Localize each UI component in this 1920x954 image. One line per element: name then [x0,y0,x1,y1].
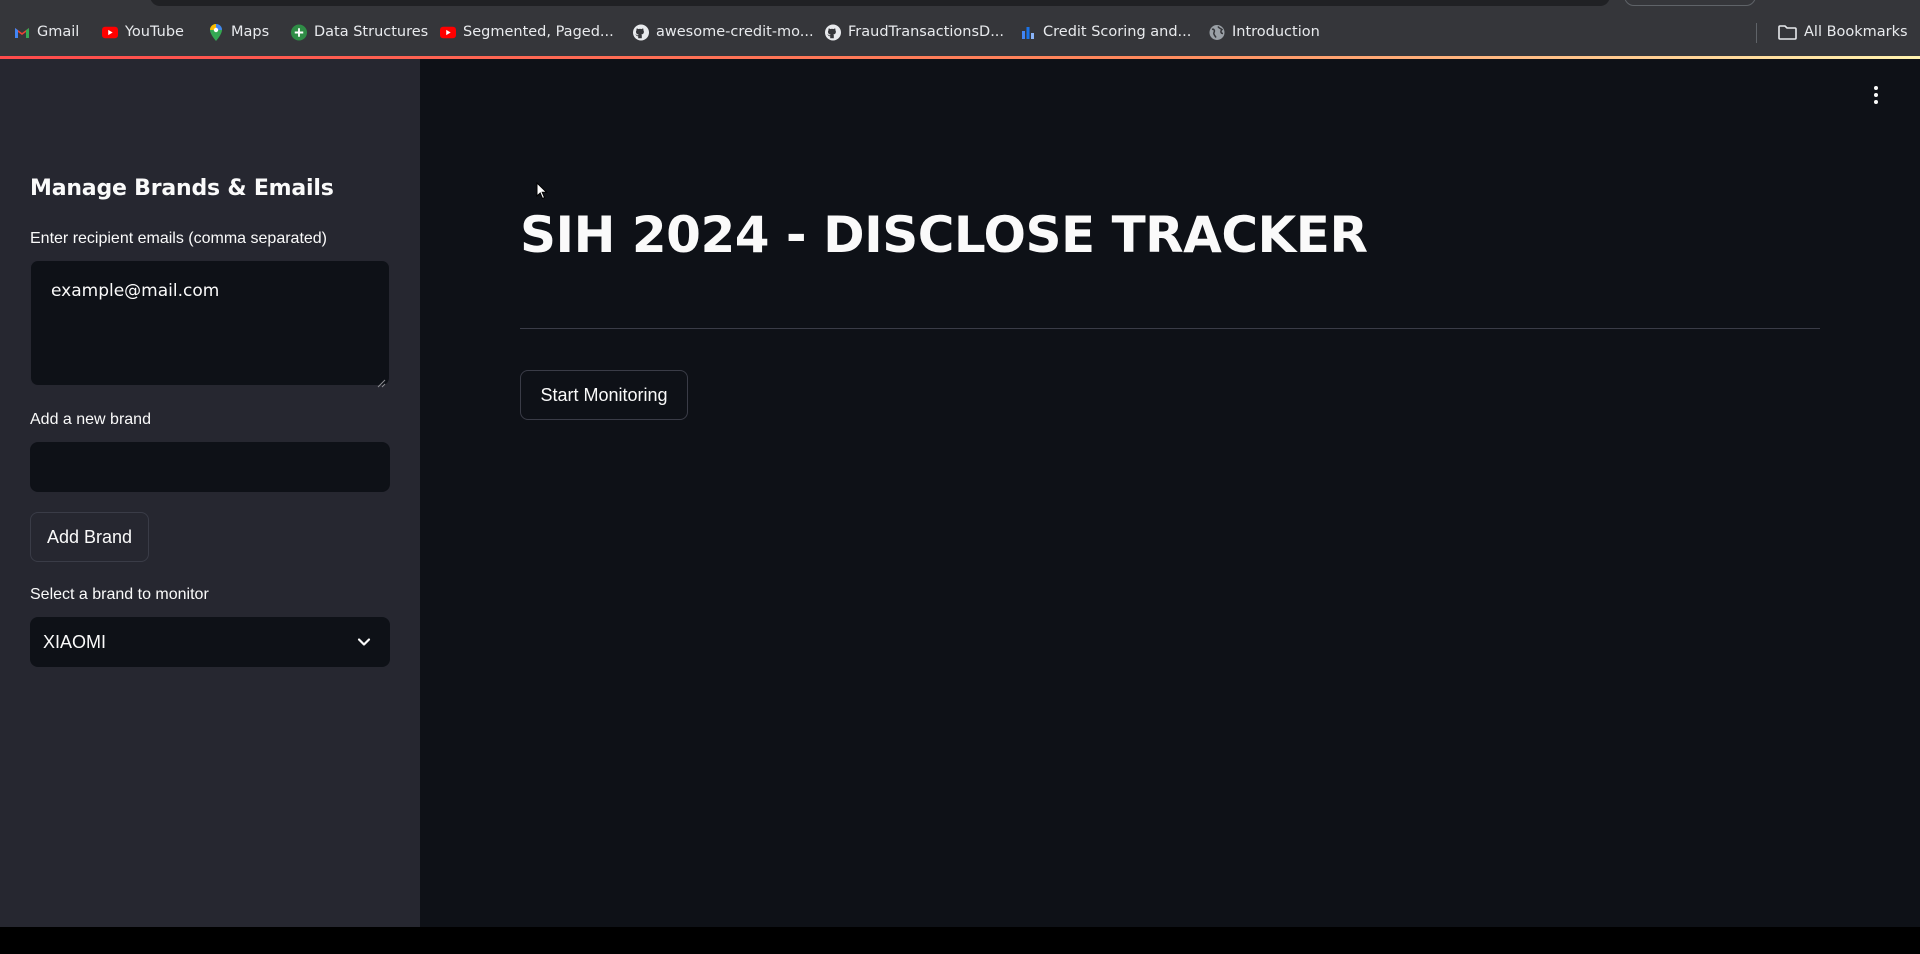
bookmark-label: YouTube [125,24,184,40]
youtube-icon [440,24,456,40]
maps-icon [208,23,224,41]
bookmark-label: Segmented, Paged... [463,24,614,40]
bookmark-label: awesome-credit-mo... [656,24,814,40]
github-icon [825,24,841,40]
github-icon [633,24,649,40]
add-brand-button[interactable]: Add Brand [30,512,149,562]
chevron-down-icon [356,634,372,650]
sidebar: Manage Brands & Emails Enter recipient e… [0,59,420,927]
emails-label: Enter recipient emails (comma separated) [30,230,328,247]
all-bookmarks-button[interactable]: All Bookmarks [1777,21,1908,43]
address-bar[interactable] [150,0,1610,6]
bookmark-youtube[interactable]: YouTube [102,21,184,43]
bookmark-credit-scoring[interactable]: Credit Scoring and... [1020,21,1191,43]
brand-input-label: Add a new brand [30,411,151,428]
youtube-icon [102,24,118,40]
divider [520,328,1820,329]
select-brand-label: Select a brand to monitor [30,586,209,603]
resize-grip-icon[interactable] [377,373,386,388]
bookmark-label: Data Structures [314,24,429,40]
bookmarks-divider [1756,23,1757,43]
bookmark-segmented-paged[interactable]: Segmented, Paged... [440,21,614,43]
bookmark-label: Credit Scoring and... [1043,24,1192,40]
bookmark-awesome-credit[interactable]: awesome-credit-mo... [633,21,814,43]
bookmark-gmail[interactable]: Gmail [14,21,79,43]
bar-chart-icon [1020,24,1036,40]
toolbar-button[interactable] [1624,0,1756,6]
bookmark-maps[interactable]: Maps [208,21,269,43]
emails-textarea[interactable]: example@mail.com [30,260,390,388]
main-content: SIH 2024 - DISCLOSE TRACKER Start Monito… [420,59,1920,927]
bookmark-list: Gmail YouTube Maps Data Structures Segme… [0,21,1920,43]
main-menu-icon[interactable] [1868,85,1884,105]
globe-icon [1209,24,1225,40]
gmail-icon [14,24,30,40]
start-monitoring-button[interactable]: Start Monitoring [520,370,688,420]
all-bookmarks-label: All Bookmarks [1804,24,1908,40]
brand-select[interactable]: XIAOMI [30,617,390,667]
bookmark-label: Maps [231,24,270,40]
sidebar-title: Manage Brands & Emails [30,176,334,201]
bookmark-label: FraudTransactionsD... [848,24,1005,40]
bottom-strip [0,927,1920,954]
folder-icon [1777,24,1797,40]
bookmark-label: Gmail [37,24,80,40]
bookmark-label: Introduction [1232,24,1320,40]
brand-input[interactable] [30,442,390,492]
page-title: SIH 2024 - DISCLOSE TRACKER [520,206,1368,264]
bookmarks-bar: Gmail YouTube Maps Data Structures Segme… [0,0,1920,59]
green-logo-icon [291,24,307,40]
app-viewport: Manage Brands & Emails Enter recipient e… [0,59,1920,927]
mouse-cursor-icon [536,181,548,200]
bookmark-fraud-transactions[interactable]: FraudTransactionsD... [825,21,1004,43]
bookmark-data-structures[interactable]: Data Structures [291,21,428,43]
bookmark-introduction[interactable]: Introduction [1209,21,1320,43]
brand-select-value: XIAOMI [43,631,107,652]
emails-textarea-value: example@mail.com [51,281,220,301]
